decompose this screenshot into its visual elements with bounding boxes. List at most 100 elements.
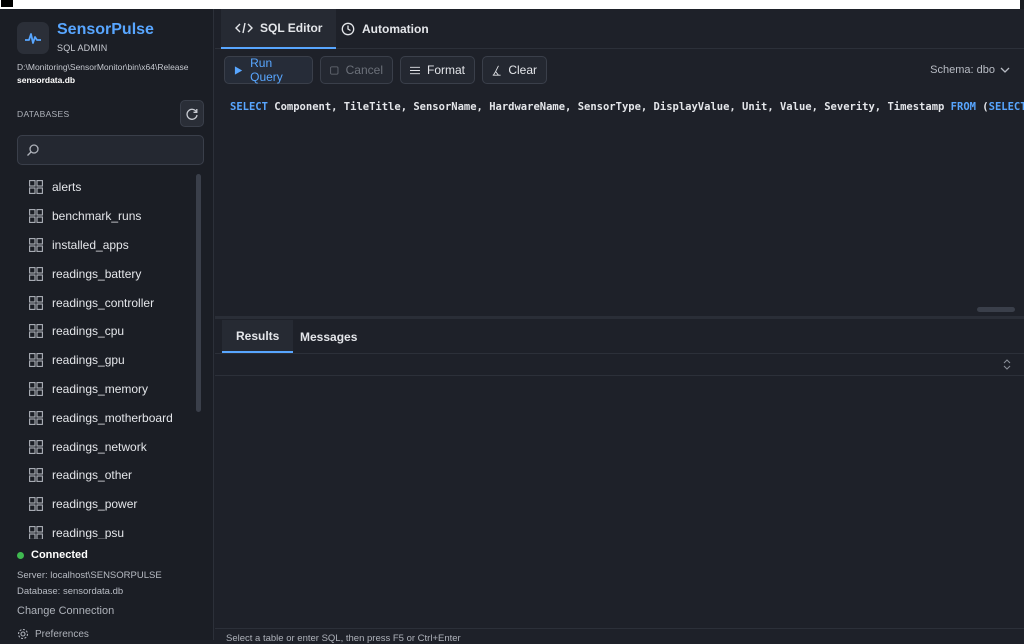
clear-label: Clear: [508, 63, 537, 77]
run-query-label: Run Query: [250, 56, 283, 84]
table-item-label: readings_cpu: [52, 324, 125, 339]
schema-label: Schema: dbo: [930, 64, 995, 76]
status-dot: [17, 551, 24, 559]
table-item[interactable]: readings_battery: [17, 259, 192, 288]
sql-columns: Component, TileTitle, SensorName, Hardwa…: [267, 101, 951, 113]
format-button[interactable]: Format: [400, 56, 475, 84]
app-name: SensorPulse: [57, 21, 154, 38]
table-item[interactable]: readings_motherboard: [17, 403, 192, 432]
table-item[interactable]: readings_network: [17, 432, 192, 461]
play-icon: [234, 65, 243, 75]
table-icon: [29, 180, 43, 195]
status-label: Connected: [31, 549, 88, 561]
connection-status: Connected: [17, 549, 88, 561]
app-logo: [17, 22, 49, 54]
sidebar: SensorPulse SQL ADMIN D:\Monitoring\Sens…: [0, 9, 214, 640]
cancel-label: Cancel: [345, 63, 383, 77]
clock-icon: [341, 22, 355, 36]
tab-results[interactable]: Results: [222, 320, 294, 353]
tab-messages[interactable]: Messages: [286, 320, 371, 353]
sort-icon[interactable]: [1003, 359, 1011, 370]
table-item-label: readings_psu: [52, 525, 125, 539]
table-icon: [29, 266, 43, 281]
table-icon: [29, 238, 43, 252]
window-mark: [1, 0, 13, 7]
table-item[interactable]: readings_power: [17, 490, 192, 519]
pulse-icon: [25, 33, 41, 44]
table-item-label: readings_memory: [52, 381, 149, 396]
tab-automation[interactable]: Automation: [327, 9, 443, 49]
table-item[interactable]: readings_memory: [17, 375, 192, 404]
table-item-label: installed_apps: [52, 237, 129, 252]
table-icon: [29, 324, 43, 339]
table-item[interactable]: readings_controller: [17, 288, 192, 317]
table-item-label: alerts: [52, 180, 82, 195]
table-item-label: readings_controller: [52, 295, 155, 310]
editor-horizontal-scrollbar[interactable]: [977, 307, 1015, 312]
preferences-label: Preferences: [35, 628, 89, 640]
databases-header: DATABASES: [17, 109, 70, 119]
main-panel: SQL Editor Automation Run Query Cancel F…: [215, 9, 1024, 644]
table-item[interactable]: readings_cpu: [17, 317, 192, 346]
keyword-select: SELECT: [230, 101, 268, 113]
table-icon: [29, 410, 43, 425]
tab-sql-editor-label: SQL Editor: [260, 21, 323, 35]
gear-icon: [17, 628, 29, 640]
table-icon: [29, 497, 43, 512]
window-edge: [1020, 0, 1024, 9]
tab-sql-editor[interactable]: SQL Editor: [221, 9, 337, 49]
table-item[interactable]: readings_gpu: [17, 346, 192, 375]
results-grid-header: [215, 354, 1024, 376]
table-icon: [29, 382, 43, 396]
chevron-down-icon: [1000, 67, 1010, 73]
cancel-button[interactable]: Cancel: [320, 56, 393, 84]
table-item[interactable]: readings_other: [17, 461, 192, 490]
status-hint: Select a table or enter SQL, then press …: [226, 633, 461, 644]
app-subtitle: SQL ADMIN: [57, 43, 108, 53]
window-top-strip: [0, 0, 1024, 9]
change-connection-link[interactable]: Change Connection: [17, 605, 114, 617]
keyword-select-subquery: SELECT: [988, 101, 1024, 113]
results-grid: [215, 376, 1024, 626]
table-item[interactable]: readings_psu: [17, 519, 192, 539]
schema-selector[interactable]: Schema: dbo: [930, 64, 1010, 76]
table-item-label: readings_battery: [52, 266, 142, 281]
refresh-button[interactable]: [180, 100, 204, 127]
refresh-icon: [186, 108, 198, 120]
table-icon: [29, 439, 43, 454]
sql-code-line[interactable]: SELECT Component, TileTitle, SensorName,…: [230, 101, 1024, 113]
tab-automation-label: Automation: [362, 22, 429, 36]
sql-editor[interactable]: SELECT Component, TileTitle, SensorName,…: [215, 91, 1024, 323]
eraser-icon: [492, 65, 501, 76]
code-icon: [235, 22, 253, 34]
server-info: Server: localhost\SENSORPULSE: [17, 570, 162, 581]
db-file: sensordata.db: [17, 75, 76, 85]
stop-icon: [330, 65, 339, 75]
table-icon: [29, 468, 43, 483]
format-label: Format: [426, 63, 465, 77]
table-search[interactable]: [17, 135, 204, 165]
table-item[interactable]: installed_apps: [17, 231, 192, 260]
table-item-label: readings_network: [52, 439, 147, 454]
table-icon: [29, 526, 43, 539]
editor-toolbar: Run Query Cancel Format Clear Schema: db…: [215, 50, 1024, 90]
table-item[interactable]: alerts: [17, 173, 192, 202]
table-icon: [29, 209, 43, 224]
table-item-label: readings_gpu: [52, 353, 125, 368]
table-icon: [29, 295, 43, 310]
search-input[interactable]: [46, 140, 196, 160]
preferences-link[interactable]: Preferences: [17, 628, 89, 640]
table-icon: [29, 353, 43, 368]
table-item[interactable]: benchmark_runs: [17, 202, 192, 231]
sql-paren: (: [975, 101, 989, 113]
table-item-label: readings_motherboard: [52, 410, 173, 425]
table-list-scrollbar[interactable]: [196, 174, 201, 412]
search-icon: [27, 144, 39, 156]
run-query-button[interactable]: Run Query: [224, 56, 313, 84]
results-tabs: Results Messages: [215, 319, 1024, 354]
table-item-label: readings_power: [52, 497, 138, 512]
db-path: D:\Monitoring\SensorMonitor\bin\x64\Rele…: [17, 62, 189, 72]
status-bar: Select a table or enter SQL, then press …: [215, 628, 1024, 644]
table-item-label: readings_other: [52, 468, 133, 483]
clear-button[interactable]: Clear: [482, 56, 547, 84]
